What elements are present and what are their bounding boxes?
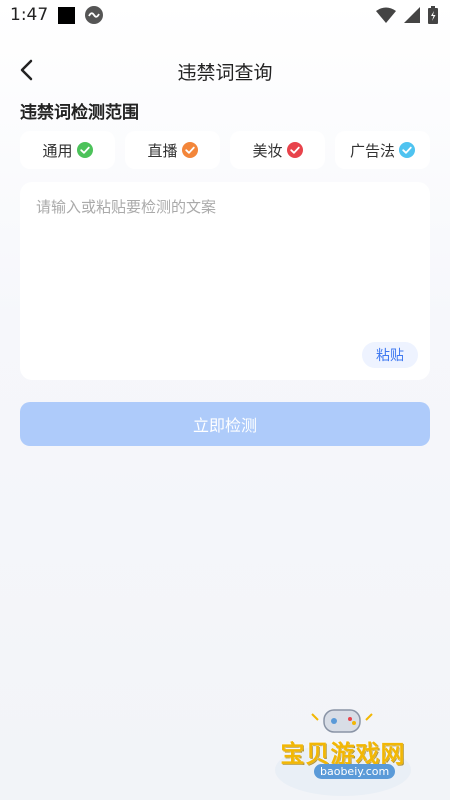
battery-icon	[428, 6, 438, 24]
scope-chip-label: 通用	[42, 141, 73, 160]
scope-chip-general[interactable]: 通用	[20, 131, 115, 169]
watermark-logo: 宝贝游戏网 baobeiy.com	[268, 700, 428, 800]
scope-chips: 通用 直播 美妆 广告法	[20, 131, 430, 169]
nav-bar: 违禁词查询	[0, 50, 450, 92]
status-bar: 1:47	[0, 0, 450, 30]
status-right	[376, 6, 438, 24]
scope-section-title: 违禁词检测范围	[20, 103, 139, 123]
app-circle-icon	[85, 6, 104, 24]
check-circle-icon	[181, 142, 198, 158]
watermark-url: baobeiy.com	[314, 764, 396, 779]
square-icon	[58, 6, 76, 24]
signal-icon	[404, 7, 420, 23]
text-input-card: 粘贴	[20, 182, 430, 380]
copy-text-input[interactable]	[34, 194, 418, 338]
check-circle-icon	[76, 142, 93, 158]
scope-chip-advertising-law[interactable]: 广告法	[335, 131, 430, 169]
status-time: 1:47	[10, 5, 49, 25]
scope-chip-livestream[interactable]: 直播	[125, 131, 220, 169]
scope-chip-label: 广告法	[349, 141, 395, 160]
detect-now-button[interactable]: 立即检测	[20, 402, 430, 446]
wifi-icon	[376, 7, 396, 23]
back-chevron-icon[interactable]	[14, 56, 42, 84]
scope-chip-label: 美妆	[252, 141, 283, 160]
status-left: 1:47	[10, 5, 104, 25]
paste-button[interactable]: 粘贴	[362, 342, 418, 368]
check-circle-icon	[286, 142, 303, 158]
page-title: 违禁词查询	[177, 61, 273, 84]
check-circle-icon	[399, 142, 415, 158]
scope-chip-label: 直播	[147, 141, 178, 160]
scope-chip-beauty[interactable]: 美妆	[230, 131, 325, 169]
